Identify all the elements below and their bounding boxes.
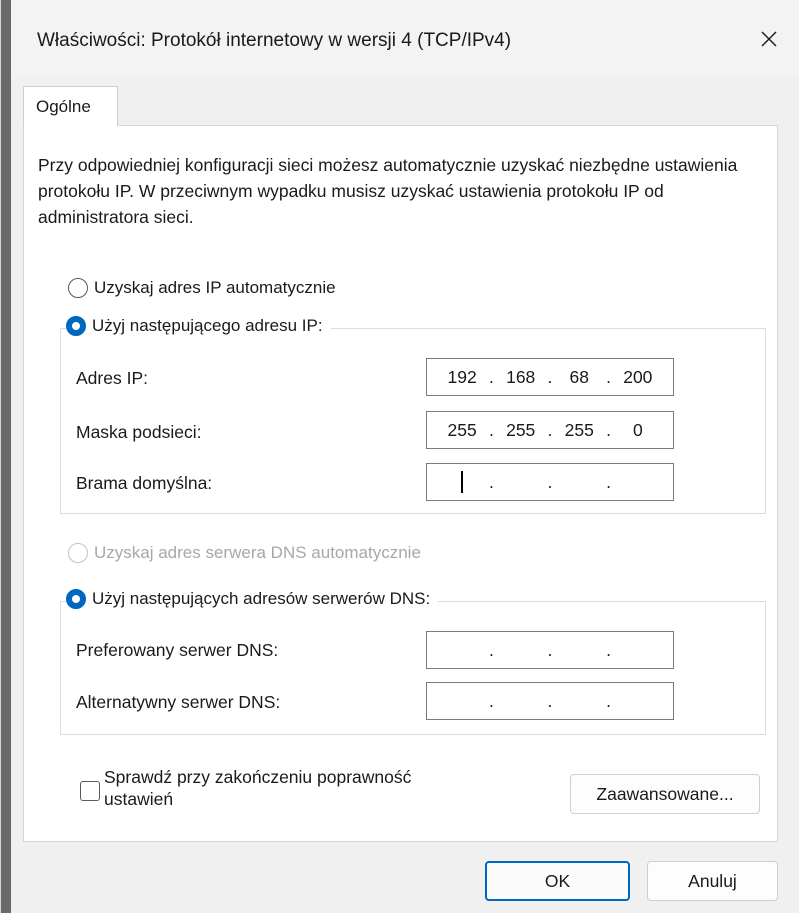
advanced-button[interactable]: Zaawansowane... (570, 774, 760, 814)
intro-text: Przy odpowiedniej konfiguracji sieci moż… (38, 155, 738, 227)
gateway-input[interactable]: . . . (426, 463, 674, 501)
ip-manual-option[interactable]: Użyj następującego adresu IP: (66, 316, 331, 336)
title-bar[interactable]: Właściwości: Protokół internetowy w wers… (11, 0, 799, 78)
subnet-mask-input[interactable]: 255. 255. 255. 0 (426, 411, 674, 449)
alternate-dns-input[interactable]: . . . (426, 682, 674, 720)
close-icon (761, 31, 777, 47)
background-strip (1, 0, 11, 913)
dns-auto-option[interactable]: Uzyskaj adres serwera DNS automatycznie (68, 543, 421, 563)
subnet-mask-label: Maska podsieci: (76, 422, 202, 442)
validate-label[interactable]: Sprawdź przy zakończeniu poprawność usta… (104, 766, 411, 810)
dns-manual-option[interactable]: Użyj następujących adresów serwerów DNS: (66, 589, 439, 609)
ip-manual-label: Użyj następującego adresu IP: (92, 316, 323, 335)
close-button[interactable] (739, 14, 799, 64)
preferred-dns-input[interactable]: . . . (426, 631, 674, 669)
ip-address-label: Adres IP: (76, 368, 148, 388)
tab-general-label: Ogólne (36, 97, 91, 116)
ip-auto-label: Uzyskaj adres IP automatycznie (94, 278, 336, 297)
cancel-button[interactable]: Anuluj (647, 861, 778, 901)
ip-auto-radio[interactable] (68, 278, 88, 298)
dns-manual-label: Użyj następujących adresów serwerów DNS: (92, 589, 431, 608)
text-caret (461, 471, 464, 494)
ip-manual-radio[interactable] (66, 316, 86, 336)
tab-general[interactable]: Ogólne (23, 86, 118, 126)
dialog-window: Właściwości: Protokół internetowy w wers… (0, 0, 799, 913)
general-panel: Przy odpowiedniej konfiguracji sieci moż… (23, 125, 778, 842)
ip-auto-option[interactable]: Uzyskaj adres IP automatycznie (68, 278, 336, 298)
gateway-label: Brama domyślna: (76, 473, 213, 493)
alternate-dns-label: Alternatywny serwer DNS: (76, 692, 281, 712)
dns-auto-label: Uzyskaj adres serwera DNS automatycznie (94, 543, 421, 562)
ip-address-input[interactable]: 192. 168. 68. 200 (426, 358, 674, 396)
ok-button[interactable]: OK (485, 861, 630, 901)
preferred-dns-label: Preferowany serwer DNS: (76, 640, 279, 660)
validate-checkbox[interactable] (80, 781, 100, 801)
dns-auto-radio[interactable] (68, 543, 88, 563)
dns-manual-radio[interactable] (66, 589, 86, 609)
window-title: Właściwości: Protokół internetowy w wers… (37, 30, 512, 51)
